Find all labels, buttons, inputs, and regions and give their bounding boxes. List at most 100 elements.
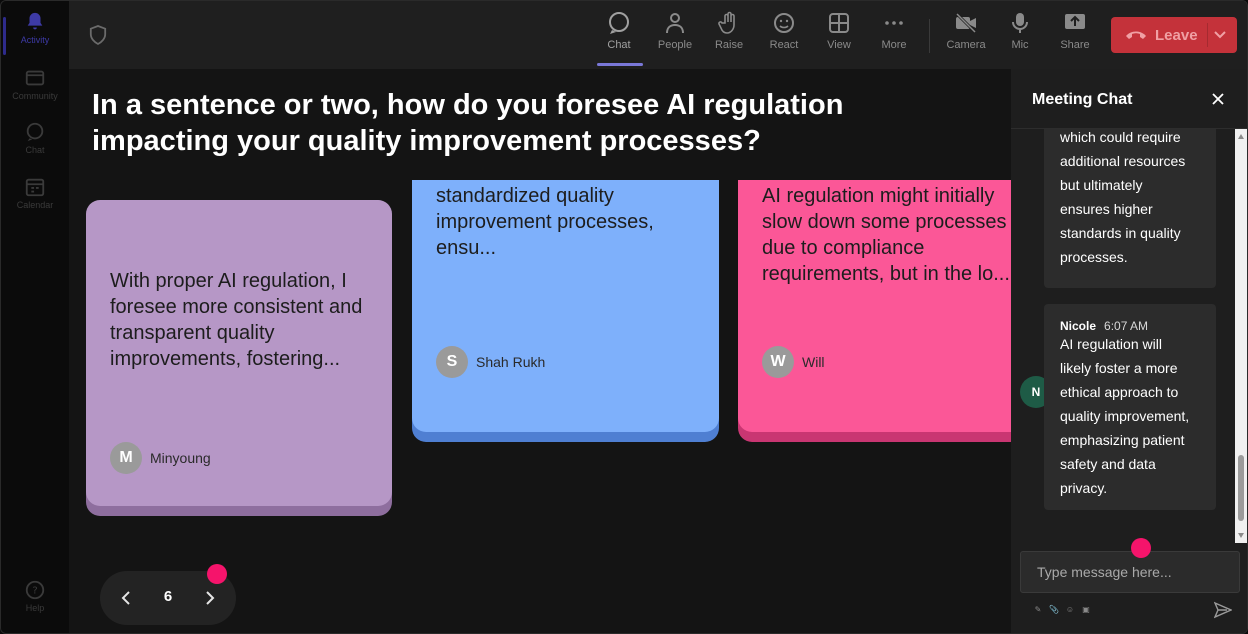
card-text: With proper AI regulation, I foresee mor… [110, 270, 363, 370]
format-icon[interactable]: ✎ [1032, 605, 1044, 614]
toolbar-label: Camera [946, 39, 986, 51]
active-tab-indicator [597, 63, 643, 66]
chevron-right-icon[interactable] [202, 590, 218, 606]
rail-label: Help [25, 603, 45, 613]
toolbar-raise-button[interactable]: Raise [707, 11, 751, 63]
scrollbar-thumb[interactable] [1238, 455, 1244, 521]
rail-label: Activity [20, 35, 50, 45]
message-line: quality improvement, [1060, 408, 1190, 424]
hang-up-icon [1126, 31, 1146, 39]
message-line: but ultimately [1060, 177, 1143, 193]
chat-message: Nicole 6:07 AM AI regulation will likely … [1044, 304, 1216, 510]
leave-button[interactable]: Leave [1111, 17, 1237, 53]
more-icon [885, 21, 903, 25]
message-line: AI regulation will [1060, 336, 1162, 352]
message-line: safety and data [1060, 456, 1156, 472]
rail-label: Calendar [16, 200, 54, 210]
card-author: Shah Rukh [476, 354, 546, 370]
toolbar-react-button[interactable]: React [762, 11, 806, 63]
page-number: 6 [163, 588, 173, 605]
toolbar-label: People [657, 39, 693, 51]
toolbar-chat-button[interactable]: Chat [597, 11, 641, 63]
card-text: AI regulation might initially slow down … [762, 185, 1010, 285]
toolbar-label: Share [1060, 39, 1090, 51]
avatar: W [762, 346, 794, 378]
message-text: AI regulation will likely foster a more … [1060, 332, 1189, 500]
toolbar-label: View [827, 39, 851, 51]
message-line: likely foster a more [1060, 360, 1178, 376]
chat-message: which could require additional resources… [1044, 129, 1216, 288]
message-line: privacy. [1060, 480, 1108, 496]
community-icon [25, 70, 45, 86]
toolbar-divider [929, 19, 930, 53]
toolbar-more-button[interactable]: More [872, 11, 916, 63]
rail-item-calendar[interactable]: Calendar [1, 176, 69, 226]
emoji-icon[interactable]: ☺ [1064, 605, 1076, 614]
send-icon[interactable] [1214, 601, 1232, 619]
gif-icon[interactable]: ▣ [1080, 605, 1092, 614]
chevron-left-icon[interactable] [118, 590, 134, 606]
emoji-icon [774, 13, 794, 33]
bell-icon [27, 12, 43, 30]
chat-message-input[interactable] [1020, 551, 1240, 593]
leave-label: Leave [1155, 26, 1198, 44]
attach-icon[interactable]: 📎 [1048, 605, 1060, 614]
message-line: standards in quality [1060, 225, 1181, 241]
chat-bubble-icon [609, 12, 629, 34]
rail-item-help[interactable]: ? Help [1, 579, 69, 629]
toolbar-label: More [881, 39, 907, 51]
toolbar-label: React [769, 39, 799, 51]
message-line: processes. [1060, 249, 1128, 265]
card-author: Minyoung [150, 450, 211, 466]
raise-hand-icon [718, 11, 735, 34]
chevron-down-icon[interactable] [1213, 29, 1227, 41]
toolbar-mic-button[interactable]: Mic [998, 11, 1042, 63]
message-line: ensures higher [1060, 201, 1153, 217]
message-line: which could require [1060, 129, 1181, 145]
share-icon [1065, 14, 1085, 29]
message-line: emphasizing patient [1060, 432, 1185, 448]
message-author: Nicole [1060, 319, 1097, 333]
chat-messages: which could require additional resources… [1011, 129, 1235, 543]
board-stage: standardized quality improvement process… [69, 69, 1011, 633]
message-time: 6:07 AM [1104, 319, 1149, 333]
close-icon[interactable] [1211, 92, 1225, 106]
pointer-dot [207, 564, 227, 584]
toolbar-share-button[interactable]: Share [1053, 11, 1097, 63]
rail-label: Chat [25, 145, 45, 155]
toolbar-camera-button[interactable]: Camera [944, 11, 988, 63]
rail-item-chat[interactable]: Chat [1, 121, 69, 171]
meeting-window: Activity Community Chat Calendar ? Help … [0, 0, 1248, 634]
people-icon [666, 13, 684, 34]
leave-divider [1207, 23, 1208, 47]
toolbar-people-button[interactable]: People [653, 11, 697, 63]
toolbar-label: Raise [714, 39, 744, 51]
rail-item-community[interactable]: Community [1, 67, 69, 117]
card-author: Will [802, 354, 825, 370]
chat-title: Meeting Chat [1032, 91, 1133, 108]
message-line: additional resources [1060, 153, 1186, 169]
meeting-toolbar: Chat People Raise React View More Camera [69, 1, 1247, 69]
toolbar-label: Mic [1011, 39, 1029, 51]
svg-text:?: ? [32, 586, 37, 597]
chat-scrollbar[interactable] [1235, 129, 1247, 543]
rail-item-activity[interactable]: Activity [1, 11, 69, 61]
chat-icon [26, 122, 44, 142]
grid-view-icon [829, 13, 849, 33]
avatar: S [436, 346, 468, 378]
shield-icon[interactable] [89, 25, 107, 45]
pointer-dot [1131, 538, 1151, 558]
calendar-icon [25, 178, 45, 197]
response-card[interactable]: With proper AI regulation, I foresee mor… [86, 200, 392, 506]
left-rail: Activity Community Chat Calendar ? Help [1, 1, 69, 633]
avatar: M [110, 442, 142, 474]
prompt-question: In a sentence or two, how do you foresee… [92, 89, 844, 157]
format-toolbar: ✎ 📎 ☺ ▣ [1032, 605, 1092, 614]
toolbar-view-button[interactable]: View [817, 11, 861, 63]
scroll-up-icon[interactable] [1237, 133, 1245, 141]
scroll-down-icon[interactable] [1237, 531, 1245, 539]
rail-label: Community [12, 91, 58, 101]
card-text: standardized quality improvement process… [436, 185, 654, 259]
message-line: ethical approach to [1060, 384, 1179, 400]
camera-off-icon [955, 12, 977, 34]
